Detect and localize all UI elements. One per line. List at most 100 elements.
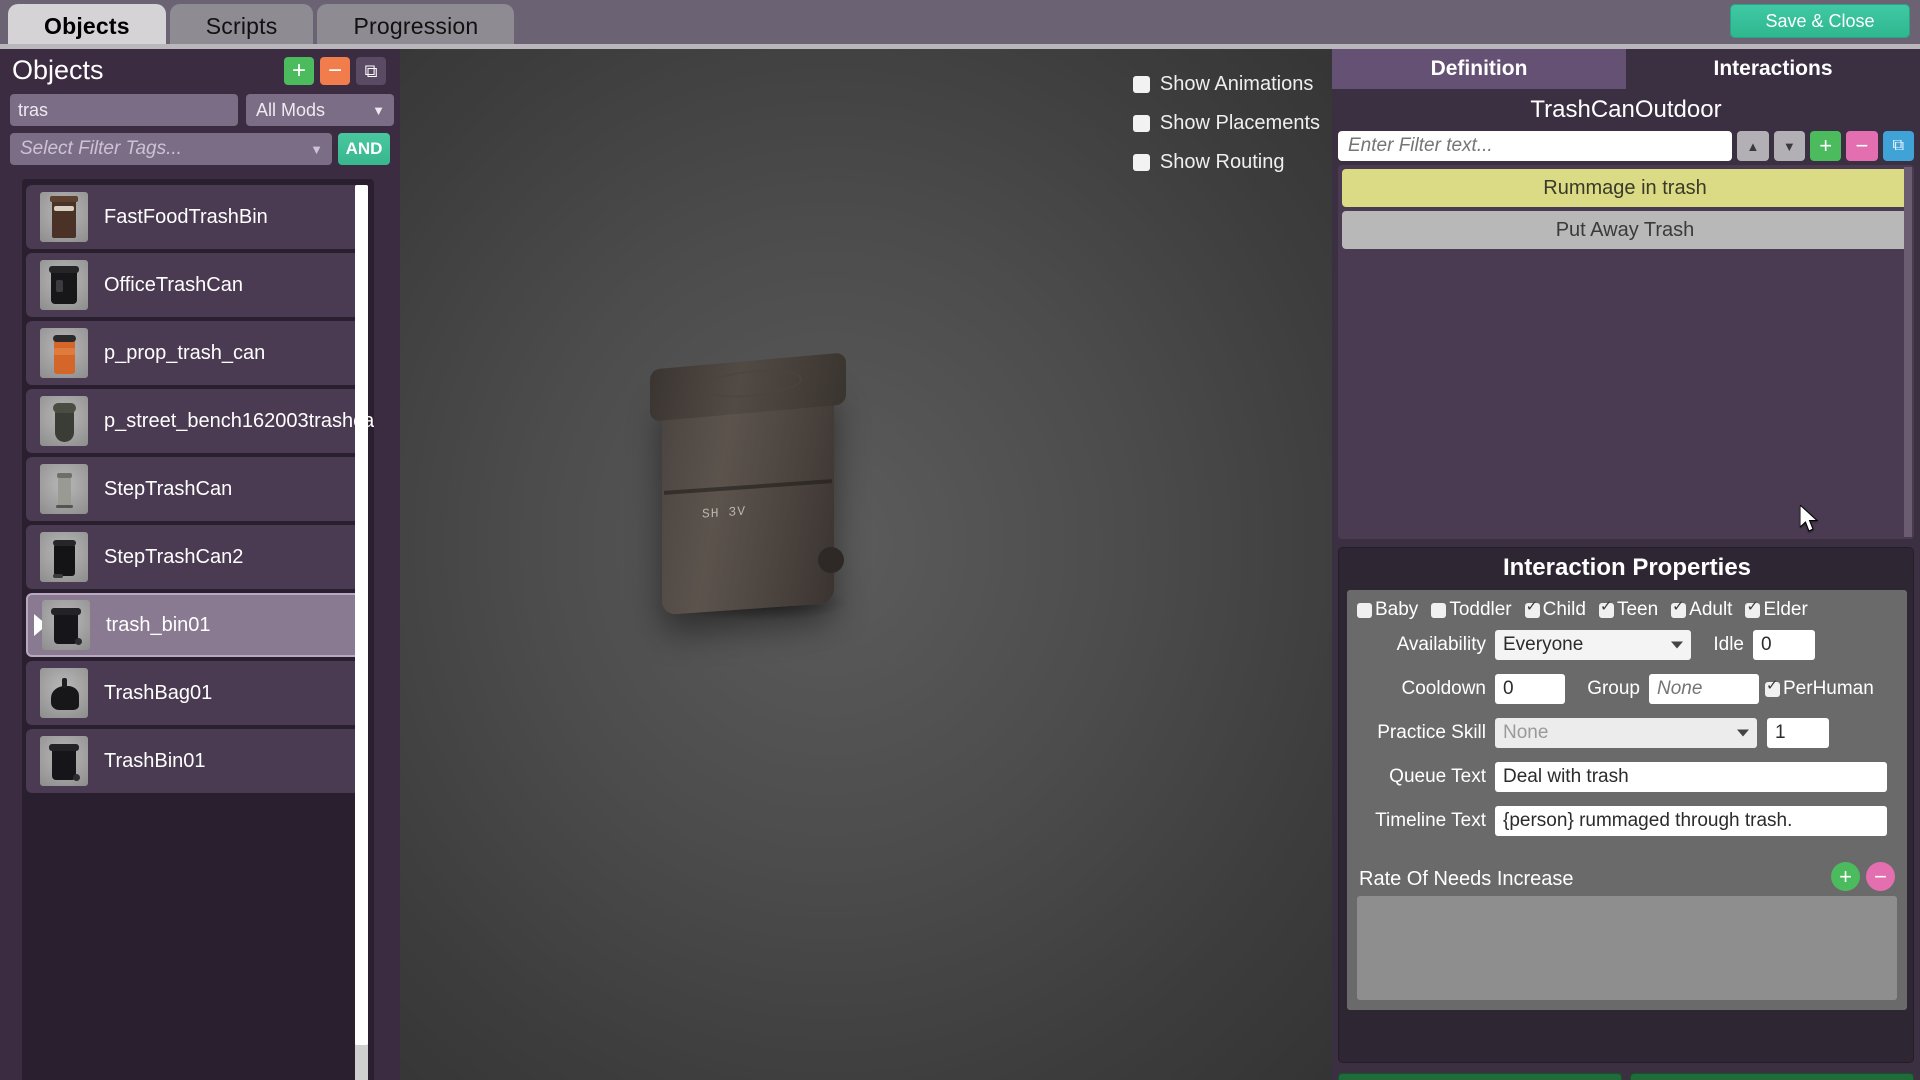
per-human-checkbox-group[interactable]: PerHuman (1765, 678, 1874, 700)
viewport-toggle[interactable]: Show Animations (1132, 73, 1320, 96)
objects-panel-header: Objects + − ⧉ (0, 49, 400, 94)
objects-list-scrollbar-thumb[interactable] (355, 185, 368, 1045)
age-label: Teen (1616, 599, 1659, 620)
actions-button[interactable]: Actions (6) (1630, 1073, 1914, 1080)
group-label: Group (1587, 678, 1640, 699)
filter-tags-dropdown[interactable]: Select Filter Tags... ▼ (10, 133, 332, 165)
availability-row: Availability Everyone Idle (1347, 630, 1907, 660)
timeline-text-input[interactable] (1495, 806, 1887, 836)
model-viewport[interactable]: SH 3V Show Animations Show Placements Show… (400, 49, 1332, 1080)
idle-input[interactable] (1753, 630, 1815, 660)
age-checkbox-item[interactable]: Teen (1598, 599, 1667, 621)
object-list-item[interactable]: StepTrashCan2 (26, 525, 366, 589)
interaction-filter-input[interactable] (1338, 131, 1733, 161)
age-label: Baby (1375, 599, 1419, 620)
remove-need-button[interactable]: − (1866, 862, 1895, 891)
object-list-item[interactable]: TrashBin01 (26, 729, 366, 793)
group-input[interactable] (1649, 674, 1759, 704)
queue-text-input[interactable] (1495, 762, 1887, 792)
add-object-button[interactable]: + (284, 57, 314, 85)
add-need-button[interactable]: + (1831, 862, 1860, 891)
tab-objects[interactable]: Objects (8, 4, 166, 48)
age-checkbox-item[interactable]: Child (1524, 599, 1595, 621)
interactions-items: Rummage in trash Put Away Trash (1338, 169, 1914, 249)
object-list-item[interactable]: p_street_bench162003trashcan (26, 389, 374, 453)
search-input[interactable] (10, 94, 238, 126)
age-checkbox-item[interactable]: Toddler (1431, 599, 1520, 621)
model-lid-ring (702, 366, 802, 402)
checkbox-icon[interactable] (1671, 599, 1687, 618)
cooldown-label: Cooldown (1401, 678, 1487, 699)
practice-skill-row: Practice Skill None (1347, 718, 1907, 748)
viewport-toggle-label: Show Routing (1159, 151, 1285, 173)
object-list-item[interactable]: FastFoodTrashBin (26, 185, 366, 249)
age-checkbox-item[interactable]: Adult (1671, 599, 1741, 621)
checkbox-icon[interactable] (1357, 602, 1372, 618)
object-list-item[interactable]: p_prop_trash_can (26, 321, 366, 385)
move-up-button[interactable]: ▲ (1737, 131, 1769, 161)
viewport-toggle[interactable]: Show Placements (1132, 112, 1320, 135)
selected-object-name: TrashCanOutdoor (1332, 93, 1920, 127)
age-label: Child (1542, 599, 1586, 620)
object-name-label: FastFoodTrashBin (104, 205, 268, 228)
remove-object-button[interactable]: − (320, 57, 350, 85)
objects-list-container: FastFoodTrashBin OfficeTrashCan p_prop_tra… (22, 179, 374, 1080)
interaction-properties-panel: Interaction Properties Baby Toddler Child T… (1338, 547, 1914, 1063)
save-and-close-button[interactable]: Save & Close (1730, 4, 1910, 38)
chevron-down-icon (1671, 641, 1683, 649)
remove-interaction-button[interactable]: − (1846, 131, 1878, 161)
conditions-button[interactable]: Conditions (1) (1338, 1073, 1622, 1080)
model-wheel (818, 547, 844, 573)
checkbox-icon[interactable] (1431, 602, 1447, 618)
tab-definition[interactable]: Definition (1332, 49, 1626, 89)
interaction-item-selected[interactable]: Rummage in trash (1342, 169, 1908, 207)
checkbox-icon[interactable] (1524, 599, 1540, 618)
viewport-toggle-label: Show Animations (1159, 73, 1314, 95)
checkbox-icon[interactable] (1745, 599, 1761, 618)
mods-filter-dropdown[interactable]: All Mods ▼ (246, 94, 394, 126)
viewport-toggle-label: Show Placements (1159, 112, 1320, 134)
object-list-item-selected[interactable]: trash_bin01 (26, 593, 366, 657)
age-checkbox-row: Baby Toddler Child Teen Adult Elder (1357, 599, 1901, 621)
object-list-item[interactable]: StepTrashCan (26, 457, 366, 521)
add-interaction-button[interactable]: + (1809, 131, 1842, 161)
tab-interactions[interactable]: Interactions (1626, 49, 1920, 89)
object-name-label: p_prop_trash_can (104, 341, 266, 364)
object-thumbnail (40, 668, 88, 718)
object-list-item[interactable]: TrashBag01 (26, 661, 366, 725)
practice-skill-amount-input[interactable] (1767, 718, 1829, 748)
duplicate-interaction-button[interactable]: ⧉ (1882, 131, 1914, 161)
objects-panel: Objects + − ⧉ All Mods ▼ Select Filter T… (0, 49, 400, 1080)
object-name-label: OfficeTrashCan (104, 273, 243, 296)
availability-select[interactable]: Everyone (1495, 630, 1691, 660)
checkbox-icon[interactable] (1132, 76, 1150, 93)
top-tab-bar: Objects Scripts Progression Save & Close (0, 0, 1920, 49)
tab-scripts[interactable]: Scripts (169, 4, 314, 48)
interactions-list: Rummage in trash Put Away Trash (1338, 165, 1914, 539)
per-human-checkbox[interactable] (1765, 678, 1780, 697)
objects-tags-row: Select Filter Tags... ▼ AND (10, 133, 395, 165)
age-checkbox-item[interactable]: Elder (1745, 599, 1816, 621)
checkbox-icon[interactable] (1598, 599, 1614, 618)
tab-progression[interactable]: Progression (317, 4, 515, 48)
mods-filter-value: All Mods (256, 99, 326, 120)
checkbox-icon[interactable] (1132, 115, 1150, 132)
move-down-button[interactable]: ▼ (1773, 131, 1805, 161)
viewport-toggle[interactable]: Show Routing (1132, 151, 1320, 174)
age-checkbox-item[interactable]: Baby (1357, 599, 1427, 621)
object-list-item[interactable]: OfficeTrashCan (26, 253, 366, 317)
cooldown-input[interactable] (1495, 674, 1565, 704)
rate-of-needs-list[interactable] (1357, 896, 1897, 1000)
object-name-label: StepTrashCan2 (104, 545, 244, 568)
duplicate-object-button[interactable]: ⧉ (356, 57, 386, 85)
checkbox-icon[interactable] (1132, 154, 1150, 171)
object-thumbnail (40, 396, 88, 446)
practice-skill-select[interactable]: None (1495, 718, 1757, 748)
interactions-scrollbar[interactable] (1904, 167, 1912, 537)
interaction-item[interactable]: Put Away Trash (1342, 211, 1908, 249)
object-name-label: trash_bin01 (106, 613, 211, 636)
chevron-down-icon: ▼ (310, 141, 323, 157)
filter-logic-toggle[interactable]: AND (338, 133, 390, 165)
model-plate-text: SH 3V (702, 503, 747, 522)
timeline-text-label: Timeline Text (1375, 810, 1486, 831)
